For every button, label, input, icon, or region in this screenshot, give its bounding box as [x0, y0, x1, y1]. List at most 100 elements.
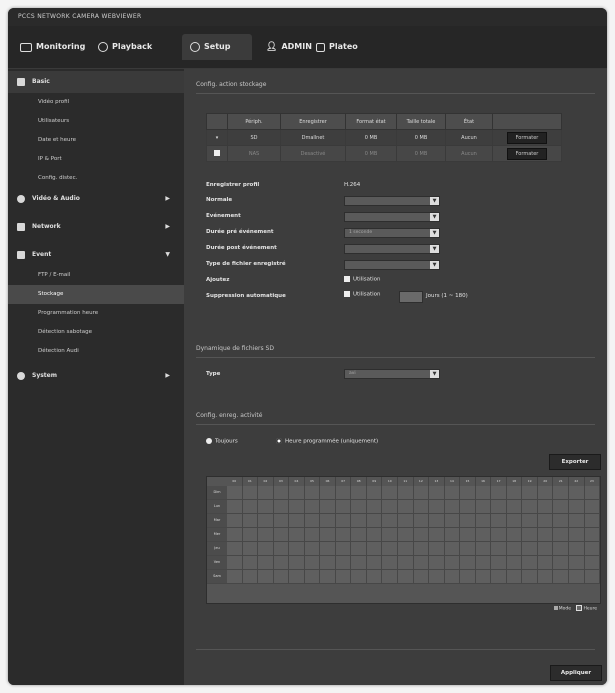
schedule-cell[interactable] — [382, 556, 399, 569]
tab-setup[interactable]: Setup — [182, 34, 252, 60]
normal-select[interactable]: ▼ — [344, 196, 440, 206]
schedule-cell[interactable] — [258, 500, 274, 513]
format-button[interactable]: Formater — [506, 147, 548, 160]
schedule-cell[interactable] — [429, 556, 445, 569]
schedule-cell[interactable] — [227, 500, 243, 513]
schedule-cell[interactable] — [366, 486, 383, 499]
schedule-cell[interactable] — [460, 500, 476, 513]
schedule-cell[interactable] — [366, 542, 383, 555]
schedule-cell[interactable] — [553, 528, 570, 541]
schedule-cell[interactable] — [413, 500, 430, 513]
schedule-cell[interactable] — [366, 556, 383, 569]
schedule-cell[interactable] — [460, 514, 476, 527]
schedule-cell[interactable] — [553, 570, 570, 583]
schedule-cell[interactable] — [366, 500, 383, 513]
schedule-cell[interactable] — [366, 528, 383, 541]
schedule-cell[interactable] — [351, 528, 367, 541]
schedule-cell[interactable] — [491, 500, 507, 513]
schedule-cell[interactable] — [584, 570, 601, 583]
about-link[interactable]: Plateo — [316, 38, 358, 56]
schedule-cell[interactable] — [320, 570, 336, 583]
schedule-cell[interactable] — [553, 556, 570, 569]
schedule-cell[interactable] — [320, 528, 336, 541]
schedule-cell[interactable] — [491, 514, 507, 527]
event-select[interactable]: ▼ — [344, 212, 440, 222]
schedule-cell[interactable] — [569, 528, 585, 541]
schedule-cell[interactable] — [429, 514, 445, 527]
schedule-cell[interactable] — [227, 486, 243, 499]
schedule-cell[interactable] — [366, 570, 383, 583]
schedule-cell[interactable] — [491, 570, 507, 583]
schedule-cell[interactable] — [258, 514, 274, 527]
schedule-cell[interactable] — [506, 486, 523, 499]
schedule-cell[interactable] — [258, 556, 274, 569]
sidebar-item-network[interactable]: Network ▶ — [8, 216, 184, 238]
radio-always[interactable]: Toujours — [206, 438, 238, 445]
schedule-cell[interactable] — [398, 556, 414, 569]
schedule-cell[interactable] — [304, 570, 321, 583]
schedule-cell[interactable] — [444, 486, 461, 499]
schedule-cell[interactable] — [475, 514, 492, 527]
sidebar-item-video-audio[interactable]: Vidéo & Audio ▶ — [8, 188, 184, 210]
schedule-cell[interactable] — [522, 570, 538, 583]
overwrite-checkbox[interactable]: Utilisation — [344, 276, 381, 283]
schedule-cell[interactable] — [320, 486, 336, 499]
schedule-cell[interactable] — [398, 514, 414, 527]
schedule-cell[interactable] — [382, 542, 399, 555]
checkbox[interactable] — [206, 145, 228, 162]
schedule-cell[interactable] — [304, 542, 321, 555]
radio-schedule[interactable]: Heure programmée (uniquement) — [276, 438, 378, 445]
pre-event-select[interactable]: 1 seconde ▼ — [344, 228, 440, 238]
schedule-cell[interactable] — [553, 500, 570, 513]
schedule-cell[interactable] — [475, 500, 492, 513]
schedule-cell[interactable] — [273, 570, 290, 583]
schedule-cell[interactable] — [444, 570, 461, 583]
sidebar-item-basic[interactable]: Basic — [8, 71, 184, 93]
schedule-cell[interactable] — [413, 556, 430, 569]
schedule-cell[interactable] — [491, 528, 507, 541]
schedule-cell[interactable] — [351, 500, 367, 513]
schedule-cell[interactable] — [273, 486, 290, 499]
schedule-cell[interactable] — [289, 486, 305, 499]
schedule-cell[interactable] — [584, 514, 601, 527]
schedule-cell[interactable] — [506, 528, 523, 541]
schedule-cell[interactable] — [273, 500, 290, 513]
auto-delete-checkbox[interactable]: Utilisation — [344, 291, 381, 298]
schedule-cell[interactable] — [335, 500, 352, 513]
schedule-cell[interactable] — [506, 542, 523, 555]
schedule-cell[interactable] — [584, 500, 601, 513]
schedule-cell[interactable] — [491, 486, 507, 499]
schedule-cell[interactable] — [242, 528, 259, 541]
schedule-cell[interactable] — [227, 556, 243, 569]
schedule-cell[interactable] — [491, 556, 507, 569]
schedule-cell[interactable] — [227, 514, 243, 527]
schedule-cell[interactable] — [413, 542, 430, 555]
schedule-cell[interactable] — [584, 486, 601, 499]
schedule-cell[interactable] — [460, 528, 476, 541]
schedule-cell[interactable] — [413, 514, 430, 527]
schedule-cell[interactable] — [273, 528, 290, 541]
schedule-cell[interactable] — [553, 486, 570, 499]
auto-delete-days-input[interactable] — [399, 291, 423, 303]
schedule-cell[interactable] — [522, 528, 538, 541]
schedule-cell[interactable] — [320, 514, 336, 527]
format-button[interactable]: Formater — [506, 131, 548, 144]
schedule-cell[interactable] — [537, 514, 554, 527]
schedule-cell[interactable] — [227, 528, 243, 541]
schedule-cell[interactable] — [351, 514, 367, 527]
schedule-cell[interactable] — [569, 514, 585, 527]
schedule-cell[interactable] — [584, 556, 601, 569]
schedule-cell[interactable] — [444, 542, 461, 555]
sidebar-sub-item[interactable]: Détection sabotage — [8, 323, 184, 342]
schedule-cell[interactable] — [289, 514, 305, 527]
schedule-cell[interactable] — [398, 528, 414, 541]
schedule-cell[interactable] — [382, 570, 399, 583]
schedule-cell[interactable] — [242, 500, 259, 513]
schedule-cell[interactable] — [584, 542, 601, 555]
schedule-cell[interactable] — [289, 500, 305, 513]
sidebar-sub-item[interactable]: Date et heure — [8, 131, 184, 150]
schedule-cell[interactable] — [398, 486, 414, 499]
schedule-cell[interactable] — [366, 514, 383, 527]
schedule-cell[interactable] — [569, 486, 585, 499]
schedule-cell[interactable] — [522, 514, 538, 527]
